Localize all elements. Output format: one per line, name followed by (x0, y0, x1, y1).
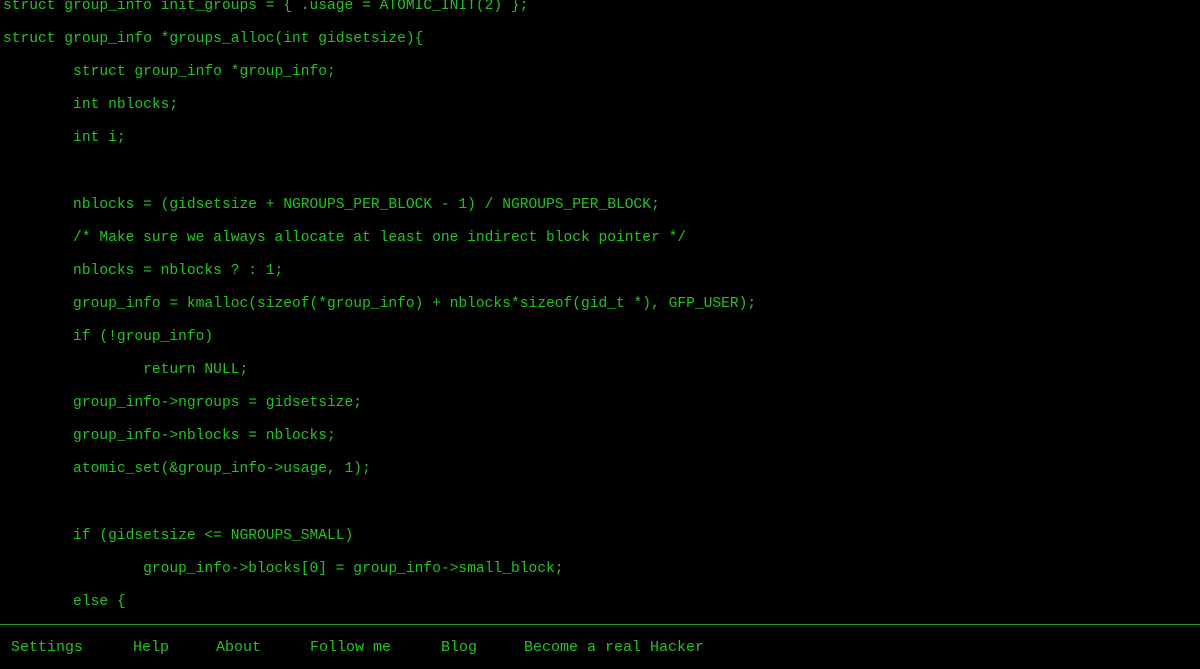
code-display: struct group_info init_groups = { .usage… (3, 0, 1198, 621)
footer-menu: Settings Help About Follow me Blog Becom… (0, 624, 1200, 669)
code-line: int i; (3, 130, 126, 147)
code-line: int nblocks; (3, 97, 179, 114)
code-line: group_info = kmalloc(sizeof(*group_info)… (3, 295, 757, 312)
code-line: else { (3, 593, 126, 610)
menu-follow-me[interactable]: Follow me (310, 639, 391, 656)
code-line: if (!group_info) (3, 328, 214, 345)
code-line: /* Make sure we always allocate at least… (3, 229, 687, 246)
code-line: struct group_info *groups_alloc(int gids… (3, 31, 424, 48)
code-line: atomic_set(&group_info->usage, 1); (3, 461, 371, 478)
code-line: struct group_info init_groups = { .usage… (3, 0, 529, 14)
code-line: nblocks = (gidsetsize + NGROUPS_PER_BLOC… (3, 196, 660, 213)
code-line: group_info->nblocks = nblocks; (3, 428, 336, 445)
menu-become-hacker[interactable]: Become a real Hacker (524, 639, 704, 656)
menu-about[interactable]: About (216, 639, 261, 656)
code-line: return NULL; (3, 362, 249, 379)
code-line: if (gidsetsize <= NGROUPS_SMALL) (3, 527, 354, 544)
code-line: struct group_info *group_info; (3, 64, 336, 81)
menu-blog[interactable]: Blog (441, 639, 477, 656)
menu-help[interactable]: Help (133, 639, 169, 656)
code-line: nblocks = nblocks ? : 1; (3, 262, 284, 279)
menu-settings[interactable]: Settings (11, 639, 83, 656)
code-line: group_info->blocks[0] = group_info->smal… (3, 560, 564, 577)
code-line: group_info->ngroups = gidsetsize; (3, 395, 363, 412)
